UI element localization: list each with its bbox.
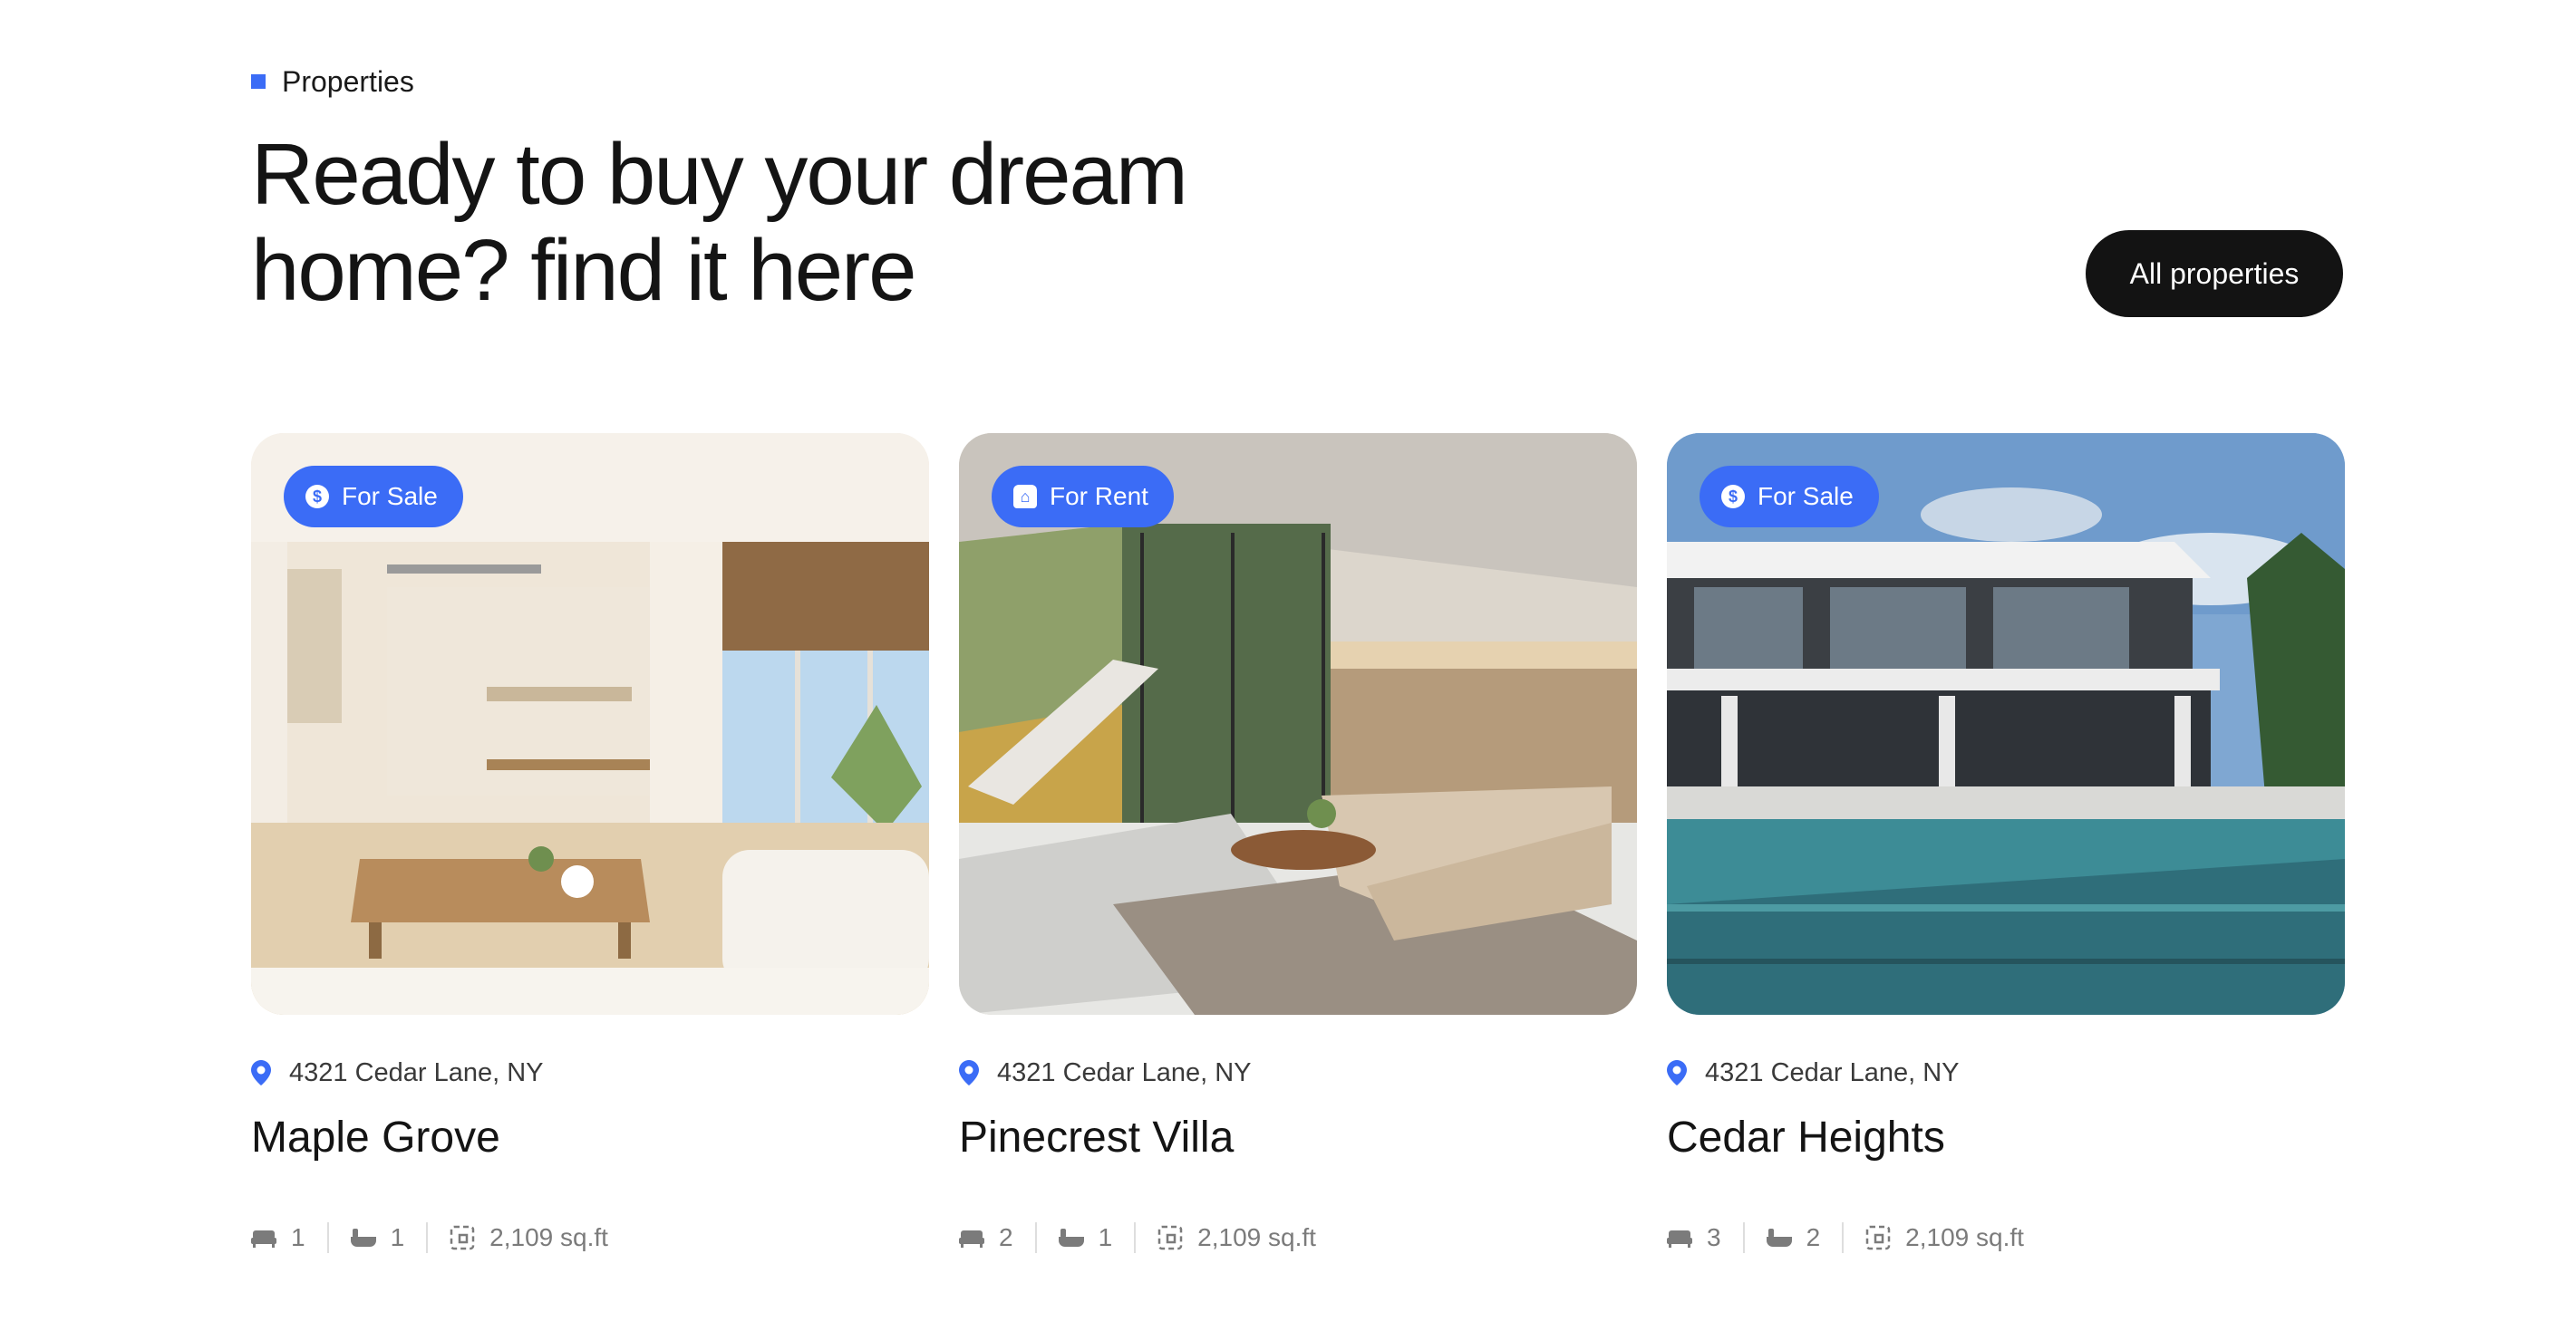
badge-label: For Sale xyxy=(1758,482,1854,510)
properties-section: Properties Ready to buy your dream home?… xyxy=(251,0,2345,1341)
area-spec: 2,109 sq.ft xyxy=(1865,1223,2024,1252)
badge-label: For Sale xyxy=(342,482,438,510)
property-specs: 3 2 2,109 sq.ft xyxy=(1667,1220,2345,1256)
location-pin-icon xyxy=(1667,1060,1687,1085)
bed-icon xyxy=(251,1230,276,1248)
property-name[interactable]: Cedar Heights xyxy=(1667,1111,2345,1165)
baths-spec: 1 xyxy=(1058,1223,1113,1252)
baths-count: 2 xyxy=(1806,1223,1821,1251)
baths-spec: 2 xyxy=(1766,1223,1821,1252)
page-title: Ready to buy your dream home? find it he… xyxy=(251,127,1339,319)
spec-divider xyxy=(1034,1222,1037,1253)
property-photo[interactable]: ⌂ For Rent xyxy=(959,433,1637,1015)
property-address: 4321 Cedar Lane, NY xyxy=(251,1055,929,1091)
property-card[interactable]: $ For Sale 4321 Cedar Lane, NY Cedar Hei… xyxy=(1667,433,2345,1256)
property-name[interactable]: Pinecrest Villa xyxy=(959,1111,1637,1165)
location-pin-icon xyxy=(959,1060,979,1085)
area-icon xyxy=(450,1225,475,1250)
listing-status-badge: $ For Sale xyxy=(284,466,463,527)
area-icon xyxy=(1157,1225,1183,1250)
listing-status-badge: $ For Sale xyxy=(1700,466,1879,527)
beds-spec: 3 xyxy=(1667,1223,1721,1252)
beds-spec: 2 xyxy=(959,1223,1013,1252)
baths-spec: 1 xyxy=(350,1223,405,1252)
area-icon xyxy=(1865,1225,1891,1250)
area-value: 2,109 sq.ft xyxy=(489,1223,608,1251)
address-text: 4321 Cedar Lane, NY xyxy=(289,1057,544,1087)
address-text: 4321 Cedar Lane, NY xyxy=(1705,1057,1960,1087)
property-card[interactable]: $ For Sale 4321 Cedar Lane, NY Maple Gro… xyxy=(251,433,929,1256)
spec-divider xyxy=(1842,1222,1845,1253)
property-address: 4321 Cedar Lane, NY xyxy=(959,1055,1637,1091)
area-spec: 2,109 sq.ft xyxy=(1157,1223,1316,1252)
property-address: 4321 Cedar Lane, NY xyxy=(1667,1055,2345,1091)
property-card-list: $ For Sale 4321 Cedar Lane, NY Maple Gro… xyxy=(251,433,2345,1256)
address-text: 4321 Cedar Lane, NY xyxy=(997,1057,1252,1087)
all-properties-button[interactable]: All properties xyxy=(2086,230,2343,317)
bed-icon xyxy=(1667,1230,1692,1248)
property-card[interactable]: ⌂ For Rent 4321 Cedar Lane, NY Pinecrest… xyxy=(959,433,1637,1256)
beds-count: 3 xyxy=(1707,1223,1721,1251)
headline-line-2: home? find it here xyxy=(251,222,916,319)
property-photo[interactable]: $ For Sale xyxy=(1667,433,2345,1015)
spec-divider xyxy=(326,1222,329,1253)
section-eyebrow: Properties xyxy=(251,65,414,98)
badge-label: For Rent xyxy=(1050,482,1148,510)
baths-count: 1 xyxy=(1098,1223,1113,1251)
bathtub-icon xyxy=(350,1229,376,1247)
square-bullet-icon xyxy=(251,74,266,89)
eyebrow-label: Properties xyxy=(282,64,414,98)
area-spec: 2,109 sq.ft xyxy=(450,1223,608,1252)
bathtub-icon xyxy=(1058,1229,1084,1247)
area-value: 2,109 sq.ft xyxy=(1197,1223,1316,1251)
beds-count: 2 xyxy=(999,1223,1013,1251)
property-specs: 1 1 2,109 sq.ft xyxy=(251,1220,929,1256)
listing-status-badge: ⌂ For Rent xyxy=(992,466,1174,527)
property-name[interactable]: Maple Grove xyxy=(251,1111,929,1165)
spec-divider xyxy=(1134,1222,1137,1253)
baths-count: 1 xyxy=(390,1223,405,1251)
house-icon: ⌂ xyxy=(1013,485,1037,508)
dollar-circle-icon: $ xyxy=(1721,485,1745,508)
property-specs: 2 1 2,109 sq.ft xyxy=(959,1220,1637,1256)
beds-spec: 1 xyxy=(251,1223,305,1252)
area-value: 2,109 sq.ft xyxy=(1905,1223,2024,1251)
spec-divider xyxy=(426,1222,429,1253)
dollar-circle-icon: $ xyxy=(305,485,329,508)
property-photo[interactable]: $ For Sale xyxy=(251,433,929,1015)
spec-divider xyxy=(1742,1222,1745,1253)
location-pin-icon xyxy=(251,1060,271,1085)
bed-icon xyxy=(959,1230,984,1248)
bathtub-icon xyxy=(1766,1229,1792,1247)
headline-line-1: Ready to buy your dream xyxy=(251,126,1188,223)
beds-count: 1 xyxy=(291,1223,305,1251)
